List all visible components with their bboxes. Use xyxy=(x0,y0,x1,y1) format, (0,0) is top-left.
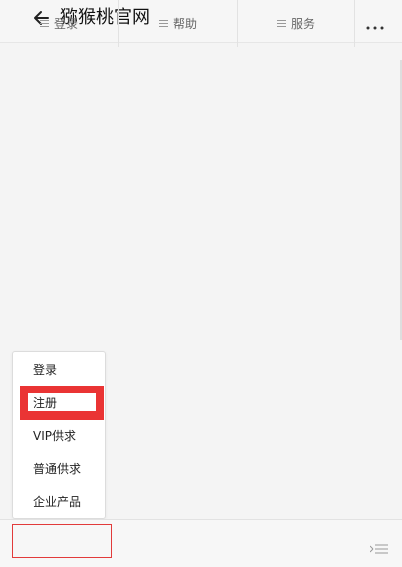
tab-help[interactable]: 帮助 xyxy=(119,0,237,47)
tab-login-label: 登录 xyxy=(53,17,78,31)
tab-login[interactable]: 登录 xyxy=(0,0,118,47)
more-button[interactable] xyxy=(366,16,384,30)
menu-item-normal-supply[interactable]: 普通供求 xyxy=(33,460,81,478)
menu-item-enterprise-products[interactable]: 企业产品 xyxy=(33,493,81,511)
active-tab-frame xyxy=(12,524,112,558)
hamburger-icon xyxy=(158,20,168,27)
menu-item-register[interactable]: 注册 xyxy=(33,394,57,412)
tab-service-label: 服务 xyxy=(290,17,315,31)
hamburger-icon xyxy=(39,20,49,27)
collapse-menu-icon xyxy=(369,544,388,554)
more-dots-icon xyxy=(366,26,384,30)
tab-help-label: 帮助 xyxy=(172,17,197,31)
collapse-menu-button[interactable] xyxy=(369,539,388,554)
menu-item-vip-supply[interactable]: VIP供求 xyxy=(33,427,76,445)
tab-divider xyxy=(354,0,355,47)
menu-item-login[interactable]: 登录 xyxy=(33,361,57,379)
tab-service[interactable]: 服务 xyxy=(238,0,354,47)
hamburger-icon xyxy=(276,20,286,27)
